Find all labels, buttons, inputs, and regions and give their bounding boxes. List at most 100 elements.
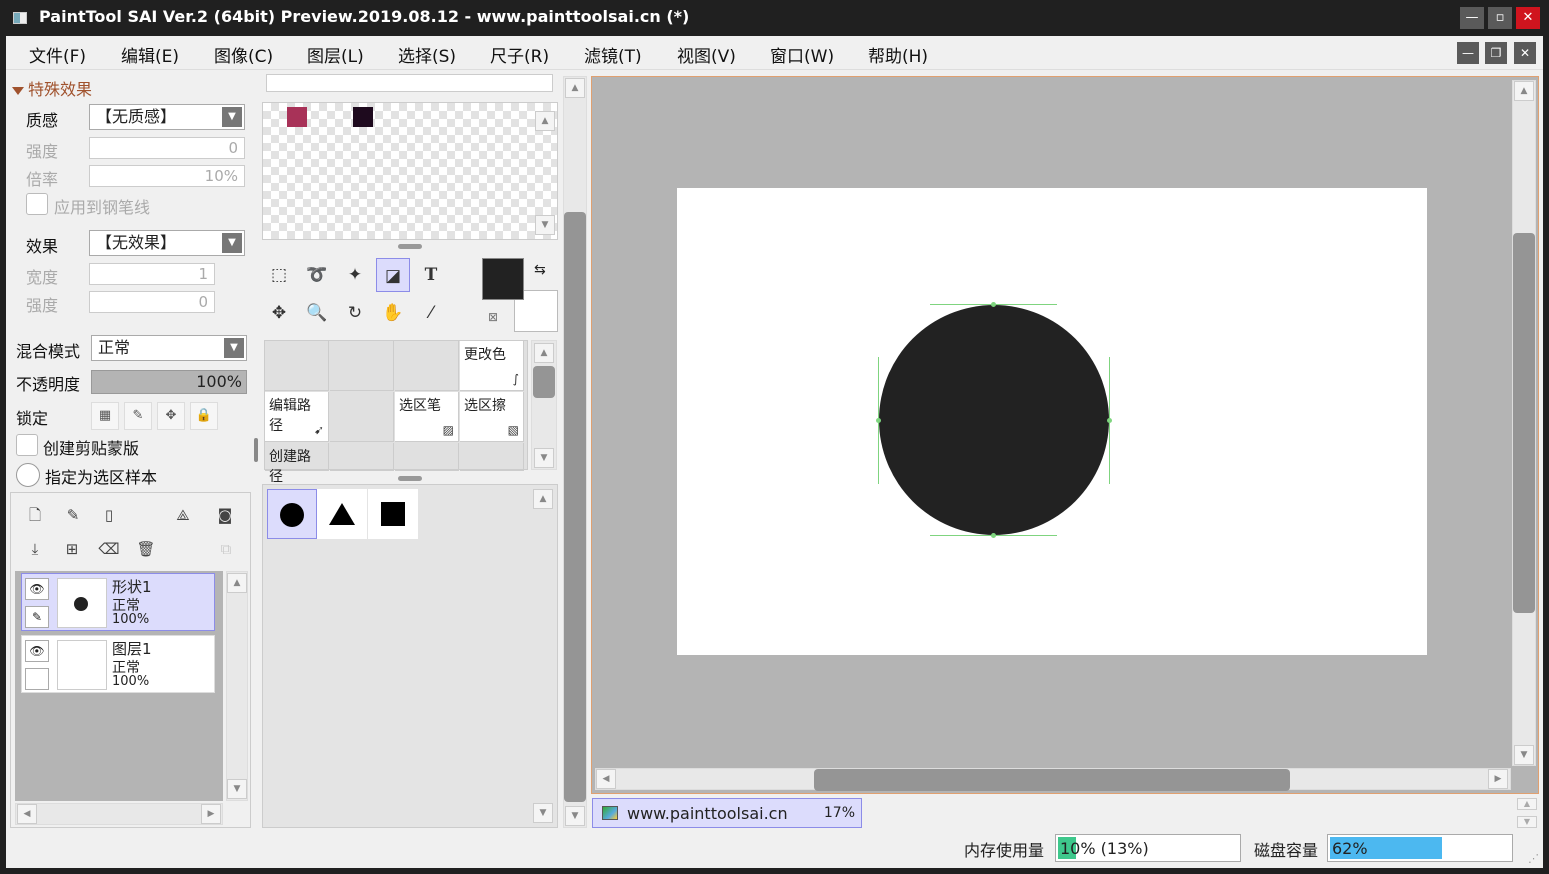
scrollbar-thumb[interactable] [564,212,586,802]
lasso-icon[interactable]: ➰ [300,258,334,292]
layer-row[interactable]: 👁 图层1 正常 100% [21,635,215,693]
delete-layer-icon[interactable]: 🗑 [134,537,158,561]
scroll-down-icon[interactable]: ▼ [533,803,553,823]
scroll-up-icon[interactable]: ▲ [534,343,554,363]
opacity-slider[interactable]: 100% [91,370,247,394]
clear-layer-icon[interactable]: ⌫ [97,537,121,561]
color-slider-strip[interactable] [266,74,553,92]
document-tab[interactable]: www.painttoolsai.cn 17% [592,798,862,828]
clipping-mask-checkbox[interactable] [16,434,38,456]
subtool-edit-path[interactable]: 编辑路径 ➹ [265,392,329,442]
strength-slider[interactable]: 0 [89,137,245,159]
menu-filter[interactable]: 滤镜(T) [584,42,642,67]
effect-select[interactable]: 【无效果】 ▼ [89,230,245,256]
panel-resize-grip[interactable] [254,438,258,462]
menu-file[interactable]: 文件(F) [29,42,86,67]
hand-icon[interactable]: ✋ [376,296,410,330]
rotate-icon[interactable]: ↻ [338,296,372,330]
scroll-up-icon[interactable]: ▲ [535,111,555,131]
new-mask-icon[interactable]: ◙ [213,503,237,527]
scroll-down-icon[interactable]: ▼ [1514,745,1534,765]
subtool-change-color[interactable]: 更改色 ∫ [460,341,524,391]
scroll-up-icon[interactable]: ▲ [227,573,247,593]
scroll-down-icon[interactable]: ▼ [534,448,554,468]
drawn-circle-shape[interactable] [879,305,1109,535]
width-slider[interactable]: 1 [89,263,215,285]
scrollbar-thumb[interactable] [533,366,555,398]
new-shape-layer-icon[interactable]: ⟁ [171,503,195,527]
vscrollbar-thumb[interactable] [1513,233,1535,613]
swap-colors-icon[interactable]: ⇆ [534,262,546,278]
lock-paint-icon[interactable]: ✎ [124,402,152,430]
doc-close-button[interactable]: ✕ [1514,42,1536,64]
menu-window[interactable]: 窗口(W) [770,42,834,67]
text-tool-icon[interactable]: T [414,258,448,292]
scale-slider[interactable]: 10% [89,165,245,187]
subtool-selection-eraser[interactable]: 选区擦 ▧ [460,392,524,442]
texture-select[interactable]: 【无质感】 ▼ [89,104,245,130]
rect-select-icon[interactable]: ⬚ [262,258,296,292]
move-icon[interactable]: ✥ [262,296,296,330]
menu-view[interactable]: 视图(V) [677,42,736,67]
shape-square-button[interactable] [368,489,418,539]
subtool-create-path[interactable]: 创建路径 [265,443,329,485]
scroll-up-icon[interactable]: ▲ [1514,81,1534,101]
shape-handle[interactable] [991,533,996,538]
panel-splitter[interactable] [398,244,422,249]
menu-layer[interactable]: 图层(L) [307,42,364,67]
zoom-icon[interactable]: 🔍 [300,296,334,330]
scroll-down-icon[interactable]: ▼ [227,779,247,799]
scroll-right-icon[interactable]: ▶ [201,804,221,824]
strength2-slider[interactable]: 0 [89,291,215,313]
menu-image[interactable]: 图像(C) [214,42,273,67]
scroll-right-icon[interactable]: ▶ [1488,769,1508,789]
shape-circle-button[interactable] [267,489,317,539]
lock-transparency-icon[interactable]: ▦ [91,402,119,430]
subtool-selection-pen[interactable]: 选区笔 ▨ [395,392,459,442]
scroll-up-icon[interactable]: ▲ [565,78,585,98]
new-pen-layer-icon[interactable]: ✎ [61,503,85,527]
layer-row[interactable]: 👁 ✎ 形状1 正常 100% [21,573,215,631]
pen-edit-icon[interactable]: ✎ [25,606,49,628]
selection-sample-radio[interactable] [16,463,40,487]
shape-handle[interactable] [876,418,881,423]
effects-section-header[interactable]: 特殊效果 [12,76,92,100]
resize-grip-icon[interactable]: ⋰ [1528,852,1539,865]
merge-down-icon[interactable]: ⊞ [60,537,84,561]
minimize-button[interactable]: — [1460,7,1484,29]
scroll-down-icon[interactable]: ▼ [535,215,555,235]
apply-pen-checkbox[interactable] [26,193,48,215]
close-button[interactable]: ✕ [1516,7,1540,29]
new-layer-icon[interactable]: 🗋 [23,503,47,527]
scroll-up-icon[interactable]: ▲ [533,489,553,509]
shape-triangle-button[interactable] [317,489,367,539]
transfer-down-icon[interactable]: ⤓ [23,537,47,561]
scroll-left-icon[interactable]: ◀ [596,769,616,789]
shape-tool-icon[interactable]: ◪ [376,258,410,292]
menu-ruler[interactable]: 尺子(R) [490,42,549,67]
scroll-left-icon[interactable]: ◀ [17,804,37,824]
scroll-down-icon[interactable]: ▼ [565,806,585,826]
menu-help[interactable]: 帮助(H) [868,42,928,67]
swatch-color[interactable] [353,107,373,127]
visibility-eye-icon[interactable]: 👁 [25,578,49,600]
menu-select[interactable]: 选择(S) [398,42,456,67]
visibility-eye-icon[interactable]: 👁 [25,640,49,662]
pen-edit-icon[interactable] [25,668,49,690]
eyedropper-icon[interactable]: ⁄ [414,296,448,330]
menu-edit[interactable]: 编辑(E) [121,42,179,67]
tab-scroll-down-icon[interactable]: ▼ [1517,816,1537,828]
blend-mode-select[interactable]: 正常 ▼ [91,335,247,361]
shape-handle[interactable] [1107,418,1112,423]
doc-restore-button[interactable]: ❐ [1485,42,1507,64]
transparent-color-icon[interactable]: ⊠ [488,310,498,324]
panel-splitter[interactable] [398,476,422,481]
tab-scroll-up-icon[interactable]: ▲ [1517,798,1537,810]
lock-move-icon[interactable]: ✥ [157,402,185,430]
maximize-button[interactable]: ▫ [1488,7,1512,29]
new-folder-icon[interactable]: ▯ [97,503,121,527]
shape-handle[interactable] [991,302,996,307]
magic-wand-icon[interactable]: ✦ [338,258,372,292]
swatch-color[interactable] [287,107,307,127]
doc-minimize-button[interactable]: — [1457,42,1479,64]
